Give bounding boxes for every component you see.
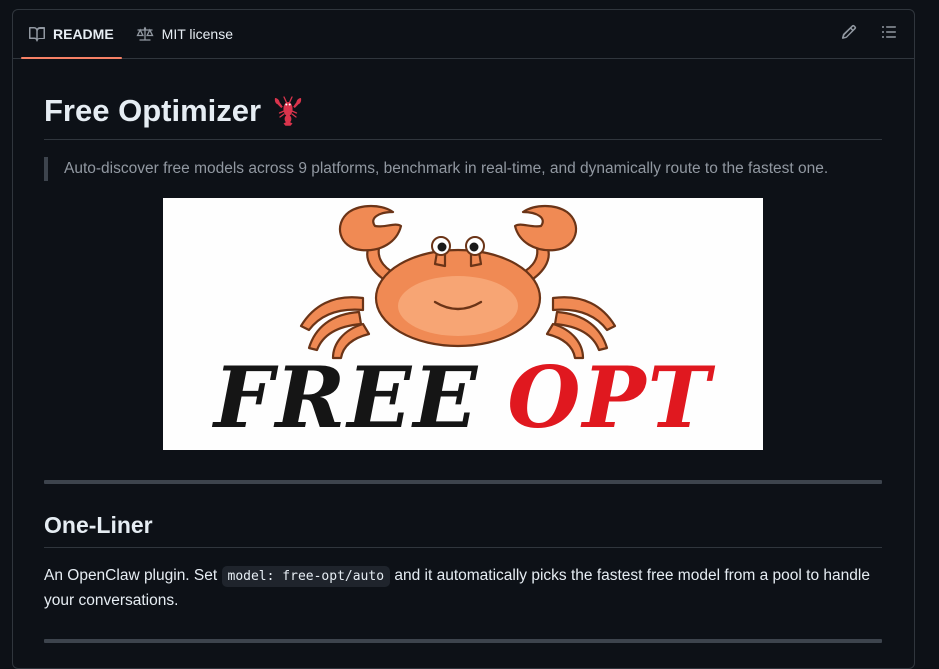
section-divider	[44, 480, 882, 484]
section-heading-one-liner: One-Liner	[44, 512, 882, 548]
readme-title-text: Free Optimizer	[44, 93, 262, 128]
one-liner-text-before: An OpenClaw plugin. Set	[44, 567, 222, 584]
outline-button[interactable]	[878, 24, 900, 46]
logo-word-opt: OPT	[507, 348, 713, 447]
readme-tools	[838, 10, 900, 59]
edit-button[interactable]	[838, 24, 860, 46]
one-liner-code: model: free-opt/auto	[221, 566, 391, 587]
pencil-icon	[841, 24, 857, 45]
lobster-icon	[271, 94, 305, 128]
logo-wordmark: FREE OPT	[163, 348, 763, 447]
tab-license-label: MIT license	[161, 26, 233, 42]
scale-icon	[136, 26, 154, 42]
logo-wrap: FREE OPT	[44, 198, 882, 450]
tab-readme[interactable]: README	[21, 10, 122, 59]
readme-tabbar: README MIT license	[13, 10, 914, 59]
list-icon	[881, 24, 897, 45]
readme-panel: README MIT license Free Optimizer Auto-d…	[12, 9, 915, 669]
one-liner-paragraph: An OpenClaw plugin. Set model: free-opt/…	[44, 564, 882, 613]
section-divider-2	[44, 639, 882, 643]
tab-license[interactable]: MIT license	[128, 10, 241, 58]
readme-tagline: Auto-discover free models across 9 platf…	[44, 157, 882, 181]
readme-content: Free Optimizer Auto-discover free models…	[13, 93, 914, 643]
readme-title: Free Optimizer	[44, 93, 882, 140]
book-icon	[29, 26, 45, 42]
logo-word-free: FREE	[213, 348, 480, 447]
free-opt-logo: FREE OPT	[163, 198, 763, 450]
crab-icon	[299, 204, 617, 360]
tab-readme-label: README	[53, 26, 114, 42]
